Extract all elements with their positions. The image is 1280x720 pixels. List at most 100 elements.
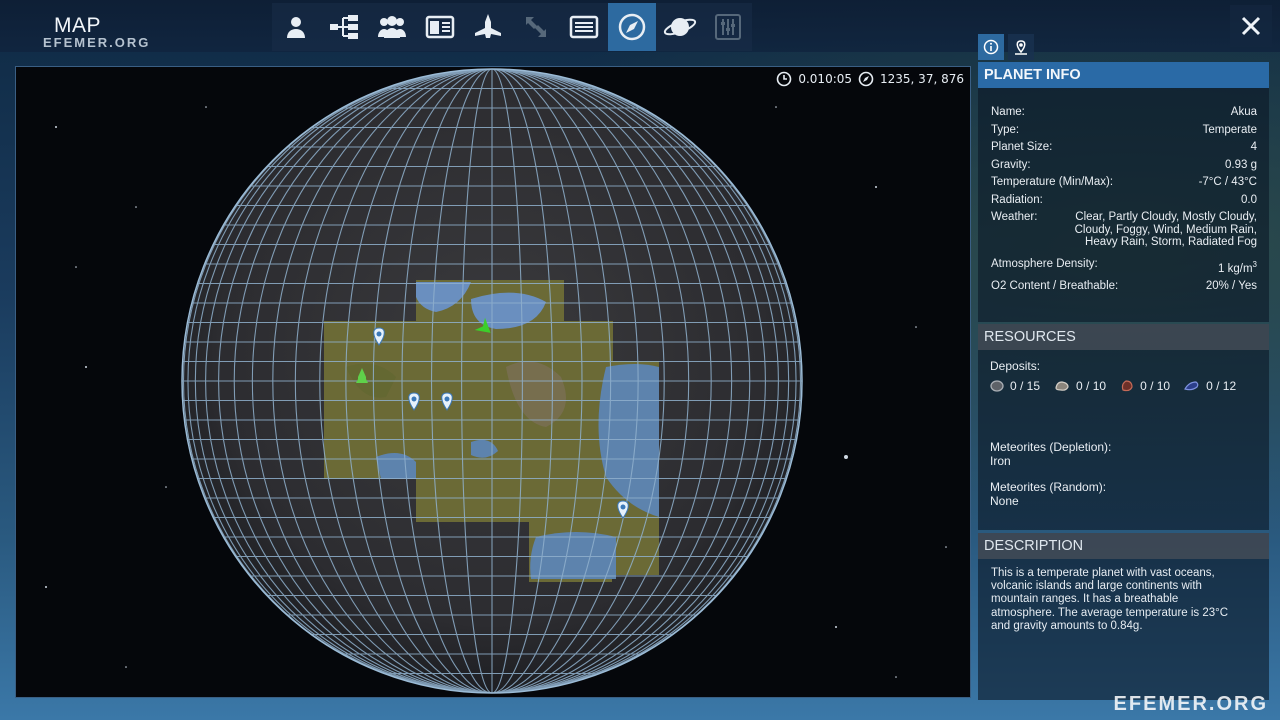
tab-info[interactable] [978,34,1004,60]
description-section: DESCRIPTION This is a temperate planet w… [978,533,1269,700]
info-label: Gravity: [991,158,1031,171]
planet-globe[interactable] [16,67,971,698]
game-time: 0.010:05 [798,72,853,86]
resources-header: RESOURCES [978,324,1269,350]
main-nav [272,3,752,51]
weather-line: Cloudy, Foggy, Wind, Medium Rain, [1074,223,1257,236]
nav-character[interactable] [272,3,320,51]
info-label: Type: [991,123,1020,136]
group-icon [378,16,406,38]
deposit-item: 0 / 12 [1184,379,1236,393]
planet-type-value: Temperate [1202,123,1257,136]
radiation-value: 0.0 [1241,193,1257,206]
deposit-count: 0 / 10 [1076,379,1107,393]
nav-codex[interactable] [416,3,464,51]
nav-settings[interactable] [704,3,752,51]
nav-planet[interactable] [656,3,704,51]
atmosphere-number: 1 kg/m [1218,262,1253,275]
gravity-value: 0.93 g [1225,158,1257,171]
nav-transfer[interactable] [512,3,560,51]
info-row: Planet Size: 4 [978,139,1269,157]
meteorites-random-label: Meteorites (Random): [990,480,1107,494]
weather-value: Clear, Partly Cloudy, Mostly Cloudy, Clo… [1075,209,1257,249]
clock-icon [776,71,792,87]
atmosphere-exponent: 3 [1252,259,1257,269]
planet-icon [663,18,697,36]
map-view[interactable]: 0.010:05 1235, 37, 876 [15,66,971,698]
deposits-list: 0 / 15 0 / 10 0 / 10 0 / 12 [978,379,1269,393]
ore-blue-icon [1184,381,1199,391]
planet-name-value: Akua [1230,106,1257,118]
info-label: Temperature (Min/Max): [991,176,1114,188]
meteorites-random-value: None [990,494,1019,508]
player-coordinates: 1235, 37, 876 [880,72,964,86]
globe-grid [182,69,802,693]
weather-row: Weather: Clear, Partly Cloudy, Mostly Cl… [978,209,1269,249]
ore-red-icon [1121,380,1133,392]
info-row: Temperature (Min/Max): -7°C / 43°C [978,174,1269,192]
atmosphere-value: 1 kg/m3 [1218,256,1257,278]
nav-log[interactable] [560,3,608,51]
deposit-count: 0 / 15 [1010,379,1041,393]
info-row: Radiation: 0.0 [978,192,1269,210]
description-line: atmosphere. The average temperature is 2… [991,606,1229,619]
planet-size-value: 4 [1250,141,1257,153]
resources-section: RESOURCES Deposits: 0 / 15 0 / 10 0 / 10… [978,324,1269,530]
planet-description: This is a temperate planet with vast oce… [978,559,1269,633]
nav-ship[interactable] [464,3,512,51]
list-icon [569,15,599,39]
deposits-label: Deposits: [990,359,1041,373]
book-icon [425,15,455,39]
planet-side-panel: PLANET INFO Name: Akua Type: Temperate Pla… [978,62,1269,700]
deposit-item: 0 / 15 [990,379,1040,393]
ore-gray-icon [990,380,1004,392]
description-line: volcanic islands and large continents wi… [991,580,1202,593]
description-line: This is a temperate planet with vast oce… [991,567,1215,579]
location-pin-icon [1015,40,1027,55]
ore-stone-icon [1055,381,1069,391]
deposit-count: 0 / 10 [1140,379,1171,393]
info-row: Type: Temperate [978,122,1269,140]
deposit-item: 0 / 10 [1120,379,1170,393]
description-header: DESCRIPTION [978,533,1269,559]
weather-line: Clear, Partly Cloudy, Mostly Cloudy, [1075,211,1257,223]
close-icon [1241,16,1261,36]
info-row: Gravity: 0.93 g [978,157,1269,175]
compass-icon [618,13,646,41]
o2-value: 20% / Yes [1205,279,1257,292]
side-panel-tabs [978,34,1034,60]
description-line: mountain ranges. It has a breathable [991,593,1179,606]
meteorites-depletion-value: Iron [990,454,1011,468]
deposit-item: 0 / 10 [1054,379,1106,393]
nav-group[interactable] [368,3,416,51]
info-label: Atmosphere Density: [991,257,1098,270]
planet-info-header: PLANET INFO [978,62,1269,88]
info-label: Weather: [991,211,1038,223]
meteorites-depletion-label: Meteorites (Depletion): [990,440,1112,454]
person-icon [287,17,305,38]
sliders-icon [715,14,741,40]
temperature-value: -7°C / 43°C [1198,176,1257,188]
nav-map[interactable] [608,3,656,51]
description-line: and gravity amounts to 0.84g. [991,619,1143,632]
tree-icon [330,15,358,39]
nav-tech-tree[interactable] [320,3,368,51]
info-label: Radiation: [991,193,1043,206]
info-row: O2 Content / Breathable: 20% / Yes [978,278,1269,296]
top-bar: MAP EFEMER.ORG [0,0,1280,52]
transfer-icon [526,17,546,37]
tab-waypoints[interactable] [1008,34,1034,60]
info-row: Atmosphere Density: 1 kg/m3 [978,256,1269,278]
watermark: EFEMER.ORG [1113,693,1268,715]
planet-info-section: PLANET INFO Name: Akua Type: Temperate Pla… [978,62,1269,322]
info-label: O2 Content / Breathable: [991,279,1119,292]
info-label: Name: [991,106,1025,118]
spaceship-icon [475,14,501,38]
map-status-bar: 0.010:05 1235, 37, 876 [776,71,964,87]
info-row: Name: Akua [978,104,1269,122]
weather-line: Heavy Rain, Storm, Radiated Fog [1085,236,1257,248]
close-button[interactable] [1230,5,1272,47]
site-logo-text: EFEMER.ORG [43,35,151,50]
compass-icon [858,71,874,87]
info-label: Planet Size: [991,141,1053,153]
